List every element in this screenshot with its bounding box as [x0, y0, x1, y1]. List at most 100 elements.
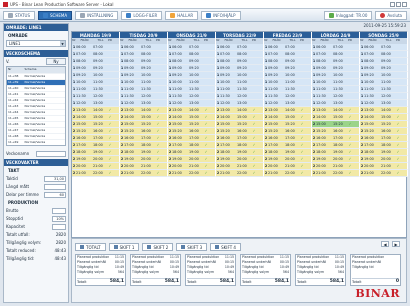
schedule-cell[interactable]: 2 16:00 17:00 ✓ — [312, 135, 360, 142]
summary-tab[interactable]: SKIFT 4 — [210, 243, 241, 251]
parts-input[interactable]: 60 — [44, 191, 66, 198]
schedule-cell[interactable]: 2 20:00 21:00 ✓ — [264, 163, 312, 170]
schedule-cell[interactable]: 2 15:20 16:00 ✓ — [312, 128, 360, 135]
schedule-cell[interactable]: 1 09:00 09:20 — [168, 65, 216, 72]
schedule-table-row[interactable]: 11-v49 Normal/Vecka — [7, 139, 65, 145]
schedule-cell[interactable]: 1 11:00 11:30 — [264, 86, 312, 93]
schedule-cell[interactable]: 2 21:00 22:00 ✓ — [216, 170, 264, 177]
schedule-cell[interactable]: 2 16:00 17:00 ✓ — [264, 135, 312, 142]
schedule-cell[interactable]: 1 07:00 08:00 — [168, 51, 216, 58]
schedule-cell[interactable]: 2 15:00 15:20 ✓ — [120, 121, 168, 128]
schedule-cell[interactable]: 2 19:00 20:00 ✓ — [264, 156, 312, 163]
schedule-cell[interactable]: 2 20:00 21:00 ✓ — [168, 163, 216, 170]
schedule-cell[interactable]: 2 16:00 17:00 ✓ — [120, 135, 168, 142]
schedule-cell[interactable]: 1 09:20 10:00 — [360, 72, 408, 79]
schedule-cell[interactable]: 1 09:20 10:00 — [168, 72, 216, 79]
minimize-icon[interactable] — [390, 1, 395, 7]
schedule-cell[interactable]: 1 08:00 09:00 — [216, 58, 264, 65]
info-help-button[interactable]: INFO/HJÄLP — [201, 10, 241, 20]
schedule-cell[interactable]: 2 20:00 21:00 ✓ — [312, 163, 360, 170]
schedule-cell[interactable]: 1 06:00 07:00 — [216, 44, 264, 51]
schedule-cell[interactable]: 2 18:00 19:00 ✓ — [72, 149, 120, 156]
schedule-cell[interactable]: 2 19:00 20:00 ✓ — [216, 156, 264, 163]
schedule-cell[interactable]: 1 09:00 09:20 — [216, 65, 264, 72]
schedule-cell[interactable]: 2 15:00 15:20 ✓ — [312, 121, 360, 128]
schedule-cell[interactable]: 2 18:00 19:00 ✓ — [312, 149, 360, 156]
schedule-cell[interactable]: 1 10:00 11:00 — [120, 79, 168, 86]
area-select[interactable]: LINE1 ▼ — [6, 40, 66, 47]
schedule-cell[interactable]: 2 18:00 19:00 ✓ — [120, 149, 168, 156]
schedule-cell[interactable]: 1 10:00 11:00 — [168, 79, 216, 86]
schedule-cell[interactable]: 1 11:30 12:00 — [168, 93, 216, 100]
schedule-cell[interactable]: 2 16:00 17:00 ✓ — [168, 135, 216, 142]
schedule-cell[interactable]: 1 07:00 08:00 — [72, 51, 120, 58]
schedule-cell[interactable]: 1 07:00 08:00 — [312, 51, 360, 58]
settings-button[interactable]: INSTÄLLNING — [75, 10, 119, 20]
exit-button[interactable]: Avsluta — [375, 10, 407, 20]
schedule-cell[interactable]: 2 19:00 20:00 ✓ — [312, 156, 360, 163]
schedule-cell[interactable]: 2 15:20 16:00 ✓ — [168, 128, 216, 135]
schedule-cell[interactable]: 1 06:00 07:00 — [72, 44, 120, 51]
schedule-cell[interactable]: 1 08:00 09:00 — [168, 58, 216, 65]
schedule-cell[interactable]: 1 10:00 11:00 — [360, 79, 408, 86]
schedule-cell[interactable]: 1 08:00 09:00 — [312, 58, 360, 65]
rate-input[interactable] — [52, 207, 66, 214]
schedule-cell[interactable]: 2 20:00 21:00 ✓ — [120, 163, 168, 170]
schedule-table-row[interactable]: 11-v46 Normal/Vecka — [7, 121, 65, 127]
schedule-table-row[interactable]: 11-v43 Normal/Vecka — [7, 103, 65, 109]
status-button[interactable]: STATUS — [3, 10, 36, 20]
schedule-cell[interactable]: 1 10:00 11:00 — [72, 79, 120, 86]
schedule-table-row[interactable]: 11-v47 Normal/Vecka — [7, 127, 65, 133]
schedule-cell[interactable]: 1 07:00 08:00 — [120, 51, 168, 58]
schedule-cell[interactable]: 1 11:30 12:00 — [120, 93, 168, 100]
schedule-cell[interactable]: 2 15:00 15:20 ✓ — [264, 121, 312, 128]
schedule-cell[interactable]: 1 10:00 11:00 — [264, 79, 312, 86]
arrow-left-icon[interactable]: ◀ — [381, 241, 389, 247]
schedule-cell[interactable]: 1 10:00 11:00 — [312, 79, 360, 86]
schema-button[interactable]: SCHEMA — [38, 10, 73, 20]
schedule-cell[interactable]: 1 08:00 09:00 — [72, 58, 120, 65]
schedule-cell[interactable]: 1 09:20 10:00 — [72, 72, 120, 79]
schedule-cell[interactable]: 1 08:00 09:00 — [360, 58, 408, 65]
schedule-cell[interactable]: 2 14:00 15:00 ✓ — [120, 114, 168, 121]
summary-tab[interactable]: TOTALT — [75, 243, 106, 251]
schedule-cell[interactable]: 2 13:00 14:00 ✓ — [120, 107, 168, 114]
log-files-button[interactable]: LOGG-FILER — [121, 10, 163, 20]
schedule-cell[interactable]: 2 15:20 16:00 ✓ — [360, 128, 408, 135]
schedule-cell[interactable]: 2 16:00 17:00 ✓ — [360, 135, 408, 142]
schedule-cell[interactable]: 2 17:00 18:00 ✓ — [360, 142, 408, 149]
schedule-cell[interactable]: 2 21:00 22:00 ✓ — [72, 170, 120, 177]
schedule-cell[interactable]: 1 09:20 10:00 — [120, 72, 168, 79]
schedule-cell[interactable]: 1 10:00 11:00 — [216, 79, 264, 86]
schedule-cell[interactable]: 1 09:00 09:20 — [72, 65, 120, 72]
schedule-cell[interactable]: 2 15:20 16:00 ✓ — [264, 128, 312, 135]
schedule-cell[interactable]: 1 11:00 11:30 — [216, 86, 264, 93]
schedule-cell[interactable]: 2 21:00 22:00 ✓ — [264, 170, 312, 177]
schedule-cell[interactable]: 1 09:00 09:20 — [360, 65, 408, 72]
schedule-cell[interactable]: 1 06:00 07:00 — [120, 44, 168, 51]
close-icon[interactable] — [402, 1, 407, 7]
schedule-cell[interactable]: 2 14:00 15:00 ✓ — [216, 114, 264, 121]
schedule-cell[interactable]: 1 07:00 08:00 — [264, 51, 312, 58]
length-input[interactable] — [44, 183, 66, 190]
schedule-table-row[interactable]: 11-v41 Normal/Vecka — [7, 91, 65, 97]
schedule-cell[interactable]: 1 12:00 13:00 — [312, 100, 360, 107]
week-name-input[interactable] — [36, 150, 66, 157]
schedule-cell[interactable]: 2 17:00 18:00 ✓ — [264, 142, 312, 149]
schedule-cell[interactable]: 2 20:00 21:00 ✓ — [72, 163, 120, 170]
schedule-cell[interactable]: 1 11:00 11:30 — [312, 86, 360, 93]
schedule-cell[interactable]: 1 12:00 13:00 — [216, 100, 264, 107]
schedule-cell[interactable]: 2 19:00 20:00 ✓ — [120, 156, 168, 163]
schedule-cell[interactable]: 2 17:00 18:00 ✓ — [216, 142, 264, 149]
takt-input[interactable]: 31,00 — [44, 175, 66, 182]
schedule-cell[interactable]: 1 08:00 09:00 — [264, 58, 312, 65]
schedule-cell[interactable]: 1 09:20 10:00 — [264, 72, 312, 79]
schedule-cell[interactable]: 2 18:00 19:00 ✓ — [216, 149, 264, 156]
schedule-cell[interactable]: 2 13:00 14:00 ✓ — [264, 107, 312, 114]
schedule-cell[interactable]: 1 09:20 10:00 — [312, 72, 360, 79]
new-schedule-button[interactable]: Ny — [46, 58, 66, 65]
schedule-cell[interactable]: 2 21:00 22:00 ✓ — [312, 170, 360, 177]
schedule-cell[interactable]: 2 13:00 14:00 ✓ — [168, 107, 216, 114]
schedule-cell[interactable]: 1 06:00 07:00 — [168, 44, 216, 51]
schedule-cell[interactable]: 2 13:00 14:00 ✓ — [72, 107, 120, 114]
